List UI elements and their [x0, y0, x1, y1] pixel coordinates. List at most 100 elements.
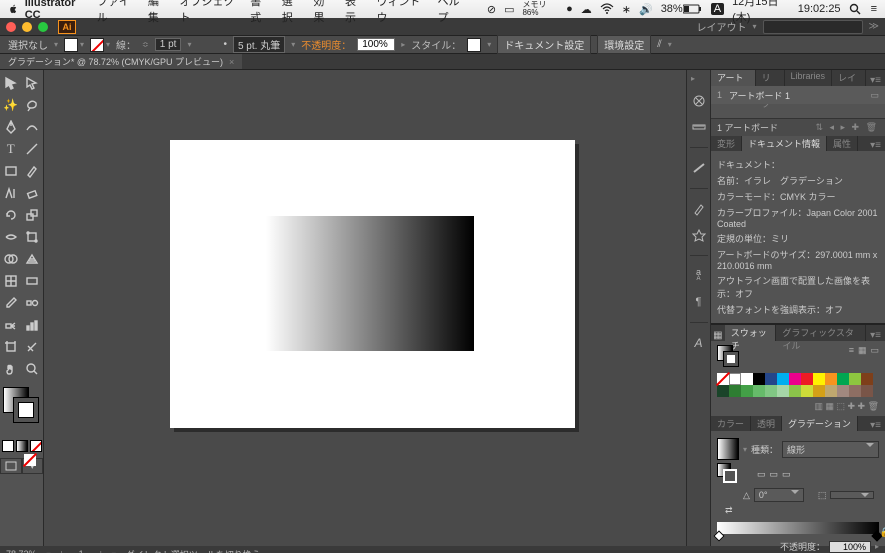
stroke-grad-icon-1[interactable]: ▭	[757, 469, 766, 480]
scroll-left-icon[interactable]: ◂	[861, 550, 865, 553]
direct-selection-tool-icon[interactable]	[22, 72, 44, 94]
zoom-level[interactable]: 78.72%	[6, 549, 37, 553]
document-tab[interactable]: グラデーション* @ 78.72% (CMYK/GPU プレビュー) ×	[0, 54, 242, 69]
status-screen-icon[interactable]: ▭	[504, 3, 514, 16]
selection-tool-icon[interactable]	[0, 72, 22, 94]
eraser-tool-icon[interactable]	[22, 182, 44, 204]
menu-select[interactable]: 選択	[282, 0, 302, 25]
shape-builder-tool-icon[interactable]	[0, 248, 22, 270]
close-tab-icon[interactable]: ×	[229, 57, 234, 67]
tab-graphic-styles[interactable]: グラフィックスタイル	[776, 325, 866, 341]
zoom-tool-icon[interactable]	[22, 358, 44, 380]
menu-effect[interactable]: 効果	[313, 0, 333, 25]
artboard-list-item[interactable]: 1 アートボード 1 ▭	[711, 86, 885, 104]
workspace-switcher-label[interactable]: レイアウト	[697, 19, 747, 34]
aspect-input[interactable]	[830, 491, 874, 499]
blend-tool-icon[interactable]	[22, 292, 44, 314]
status-cloud-icon[interactable]: ☁︎	[581, 3, 592, 16]
scroll-right-icon[interactable]: ▸	[875, 550, 879, 553]
document-setup-button[interactable]: ドキュメント設定	[497, 35, 591, 54]
tab-swatches[interactable]: スウォッチ	[725, 325, 777, 341]
rectangle-tool-icon[interactable]	[0, 160, 22, 182]
tab-document-info[interactable]: ドキュメント情報	[742, 136, 827, 151]
opacity-label[interactable]: 不透明度：	[301, 37, 351, 52]
eyedropper-tool-icon[interactable]	[0, 292, 22, 314]
free-transform-tool-icon[interactable]	[22, 226, 44, 248]
zoom-window-icon[interactable]	[38, 22, 48, 32]
menu-file[interactable]: ファイル	[97, 0, 136, 25]
stroke-weight-input[interactable]: 1 pt	[155, 38, 182, 51]
paintbrush-tool-icon[interactable]	[22, 160, 44, 182]
dock-symbols-icon[interactable]	[691, 227, 707, 243]
tab-transform[interactable]: 変形	[711, 136, 742, 151]
dock-ruler-icon[interactable]	[691, 119, 707, 135]
swatch-grid[interactable]	[717, 373, 877, 397]
canvas[interactable]	[44, 70, 686, 546]
type-tool-icon[interactable]: T	[0, 138, 22, 160]
gradient-preview-swatch[interactable]	[717, 438, 739, 460]
dock-character-icon[interactable]: aA	[691, 268, 707, 284]
spotlight-icon[interactable]	[849, 3, 861, 15]
grad-stroke-icon[interactable]	[723, 469, 737, 483]
swatch-view-icon[interactable]: ≡	[849, 345, 854, 367]
dock-glyphs-icon[interactable]: A	[691, 335, 707, 351]
curvature-tool-icon[interactable]	[22, 116, 44, 138]
align-icon[interactable]: ⫽	[657, 39, 661, 50]
tab-artboards[interactable]: アートボード	[711, 70, 756, 86]
menu-type[interactable]: 書式	[250, 0, 270, 25]
color-mode-icon[interactable]	[2, 440, 14, 452]
swatch-opts-icon[interactable]: ▭	[870, 345, 879, 367]
status-volume-icon[interactable]: 🔊	[639, 3, 653, 16]
status-line-icon[interactable]: ●	[566, 3, 573, 15]
menu-view[interactable]: 表示	[345, 0, 365, 25]
swatch-grid-view-icon[interactable]: ▦	[858, 345, 867, 367]
menu-object[interactable]: オブジェクト	[179, 0, 238, 25]
tab-gradient[interactable]: グラデーション	[782, 416, 858, 431]
perspective-grid-tool-icon[interactable]	[22, 248, 44, 270]
artboard[interactable]	[170, 140, 575, 428]
tab-links[interactable]: リンク	[756, 70, 785, 86]
brush-preset-dropdown[interactable]: 5 pt. 丸筆	[233, 36, 285, 53]
menu-edit[interactable]: 編集	[148, 0, 168, 25]
stroke-well[interactable]: ▾	[90, 38, 110, 52]
stroke-swatch-icon[interactable]	[13, 397, 39, 423]
reverse-gradient-icon[interactable]: ⇄	[725, 505, 733, 516]
scale-tool-icon[interactable]	[22, 204, 44, 226]
hand-tool-icon[interactable]	[0, 358, 22, 380]
menu-help[interactable]: ヘルプ	[437, 0, 466, 25]
status-memory[interactable]: メモリ86%	[522, 1, 558, 17]
notification-center-icon[interactable]: ≡	[871, 3, 877, 15]
stroke-grad-icon-2[interactable]: ▭	[770, 469, 779, 480]
swatch-stroke-icon[interactable]	[723, 351, 739, 367]
shaper-tool-icon[interactable]	[0, 182, 22, 204]
fill-well[interactable]: ▾	[64, 38, 84, 52]
status-bluetooth-icon[interactable]: ∗	[622, 3, 631, 16]
gradient-lock-icon[interactable]: 🔒	[880, 527, 885, 538]
panel-menu-icon[interactable]: ▾≡	[866, 75, 885, 86]
tab-layers[interactable]: レイヤー	[832, 70, 866, 86]
rotate-tool-icon[interactable]	[0, 204, 22, 226]
expand-panels-icon[interactable]: ≫	[869, 21, 879, 32]
panel-menu-icon[interactable]: ▾≡	[866, 140, 885, 151]
pen-tool-icon[interactable]	[0, 116, 22, 138]
none-mode-icon[interactable]	[30, 440, 42, 452]
artboard-nav-icons[interactable]: ⇅ ◂ ▸ ✚ 🗑	[815, 122, 879, 133]
column-graph-tool-icon[interactable]	[22, 314, 44, 336]
gradient-rectangle-object[interactable]	[266, 216, 474, 351]
gradient-tool-icon[interactable]	[22, 270, 44, 292]
dock-color-icon[interactable]	[691, 93, 707, 109]
preferences-button[interactable]: 環境設定	[597, 35, 651, 54]
normal-screen-mode-icon[interactable]	[0, 458, 22, 474]
collapse-dock-icon[interactable]: ▸	[691, 74, 695, 83]
fill-stroke-widget[interactable]	[0, 384, 43, 428]
menu-window[interactable]: ウィンドウ	[377, 0, 426, 25]
artboard-nav[interactable]: |◂◂ 1 ▸▸|	[61, 549, 102, 553]
status-ime-badge[interactable]: A	[711, 3, 724, 15]
angle-input[interactable]: 0°	[754, 488, 804, 502]
tab-attributes[interactable]: 属性	[827, 136, 858, 151]
minimize-window-icon[interactable]	[22, 22, 32, 32]
aspect-icon[interactable]: ⬚	[818, 490, 827, 501]
dock-brushes-icon[interactable]	[691, 201, 707, 217]
stroke-grad-icon-3[interactable]: ▭	[782, 469, 791, 480]
lasso-tool-icon[interactable]	[22, 94, 44, 116]
